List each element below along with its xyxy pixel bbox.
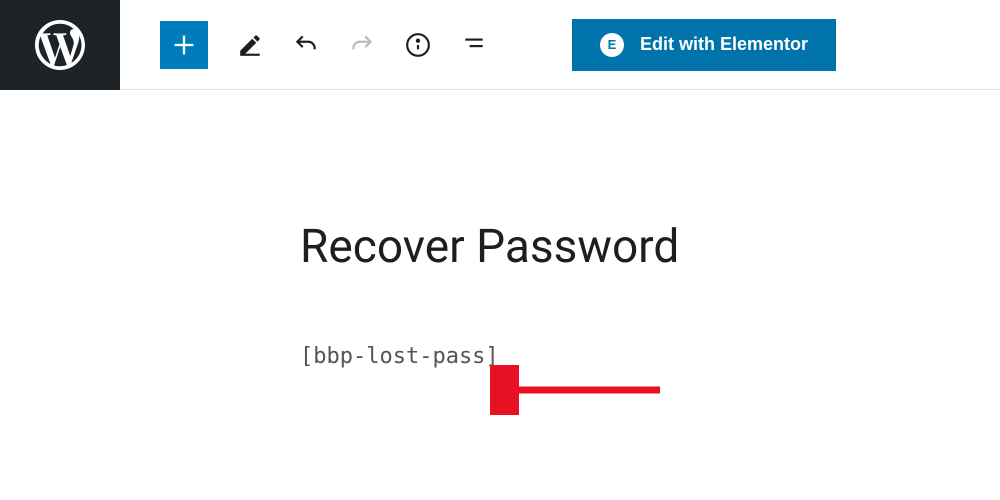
editor-content: Recover Password [bbp-lost-pass] (0, 90, 1000, 369)
edit-elementor-button[interactable]: E Edit with Elementor (572, 19, 836, 71)
elementor-icon: E (600, 33, 624, 57)
outline-button[interactable] (460, 31, 488, 59)
redo-icon (349, 32, 375, 58)
plus-icon (170, 31, 198, 59)
elementor-label: Edit with Elementor (640, 34, 808, 55)
undo-button[interactable] (292, 31, 320, 59)
redo-button (348, 31, 376, 59)
outline-icon (461, 32, 487, 58)
wordpress-icon (35, 20, 85, 70)
wordpress-logo[interactable] (0, 0, 120, 90)
add-block-button[interactable] (160, 21, 208, 69)
toolbar-buttons: E Edit with Elementor (120, 19, 836, 71)
editor-toolbar: E Edit with Elementor (0, 0, 1000, 90)
annotation-arrow (490, 365, 670, 415)
page-title[interactable]: Recover Password (300, 220, 1000, 274)
edit-mode-button[interactable] (236, 31, 264, 59)
pencil-icon (237, 32, 263, 58)
info-icon (405, 32, 431, 58)
info-button[interactable] (404, 31, 432, 59)
undo-icon (293, 32, 319, 58)
